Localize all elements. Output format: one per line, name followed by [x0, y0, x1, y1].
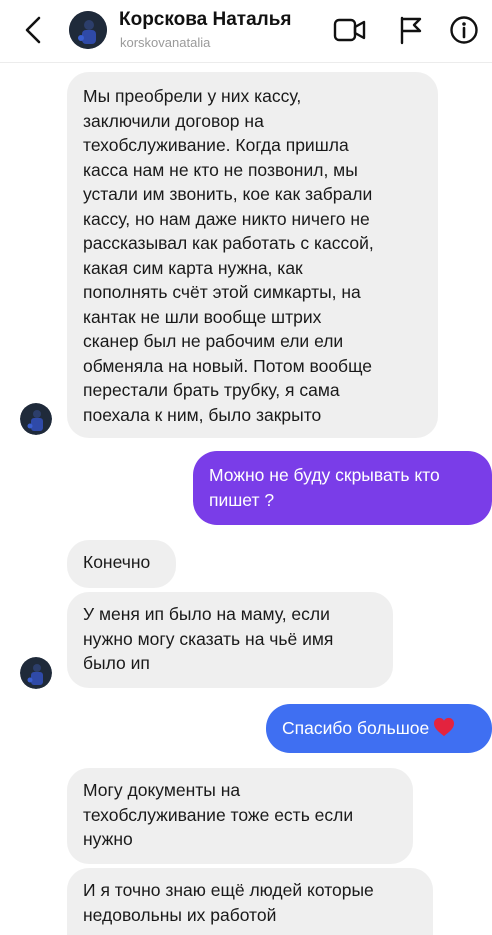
contact-name[interactable]: Корскова Наталья	[119, 9, 292, 31]
message-bubble-outgoing[interactable]: Спасибо большое	[266, 704, 492, 753]
contact-avatar[interactable]	[69, 11, 107, 49]
info-button[interactable]	[447, 14, 481, 46]
message-text: Спасибо большое	[282, 718, 430, 738]
heart-icon	[433, 717, 455, 744]
sender-avatar[interactable]	[20, 403, 52, 435]
report-button[interactable]	[394, 14, 428, 46]
back-button[interactable]	[18, 12, 48, 48]
sender-avatar[interactable]	[20, 657, 52, 689]
video-call-button[interactable]	[333, 14, 367, 46]
message-bubble-incoming[interactable]: У меня ип было на маму, если нужно могу …	[67, 592, 393, 688]
message-bubble-incoming[interactable]: Мы преобрели у них кассу, заключили дого…	[67, 72, 438, 438]
message-bubble-outgoing[interactable]: Можно не буду скрывать кто пишет ?	[193, 451, 492, 525]
video-camera-icon	[333, 18, 366, 42]
info-icon	[450, 16, 478, 44]
message-bubble-incoming[interactable]: Конечно	[67, 540, 176, 588]
chat-header: Корскова Наталья korskovanatalia	[0, 0, 492, 63]
contact-username: korskovanatalia	[120, 35, 211, 50]
flag-icon	[400, 16, 422, 45]
message-bubble-incoming[interactable]: И я точно знаю ещё людей которые недовол…	[67, 868, 433, 935]
message-bubble-incoming[interactable]: Могу документы на техобслуживание тоже е…	[67, 768, 413, 864]
chevron-left-icon	[25, 16, 41, 44]
